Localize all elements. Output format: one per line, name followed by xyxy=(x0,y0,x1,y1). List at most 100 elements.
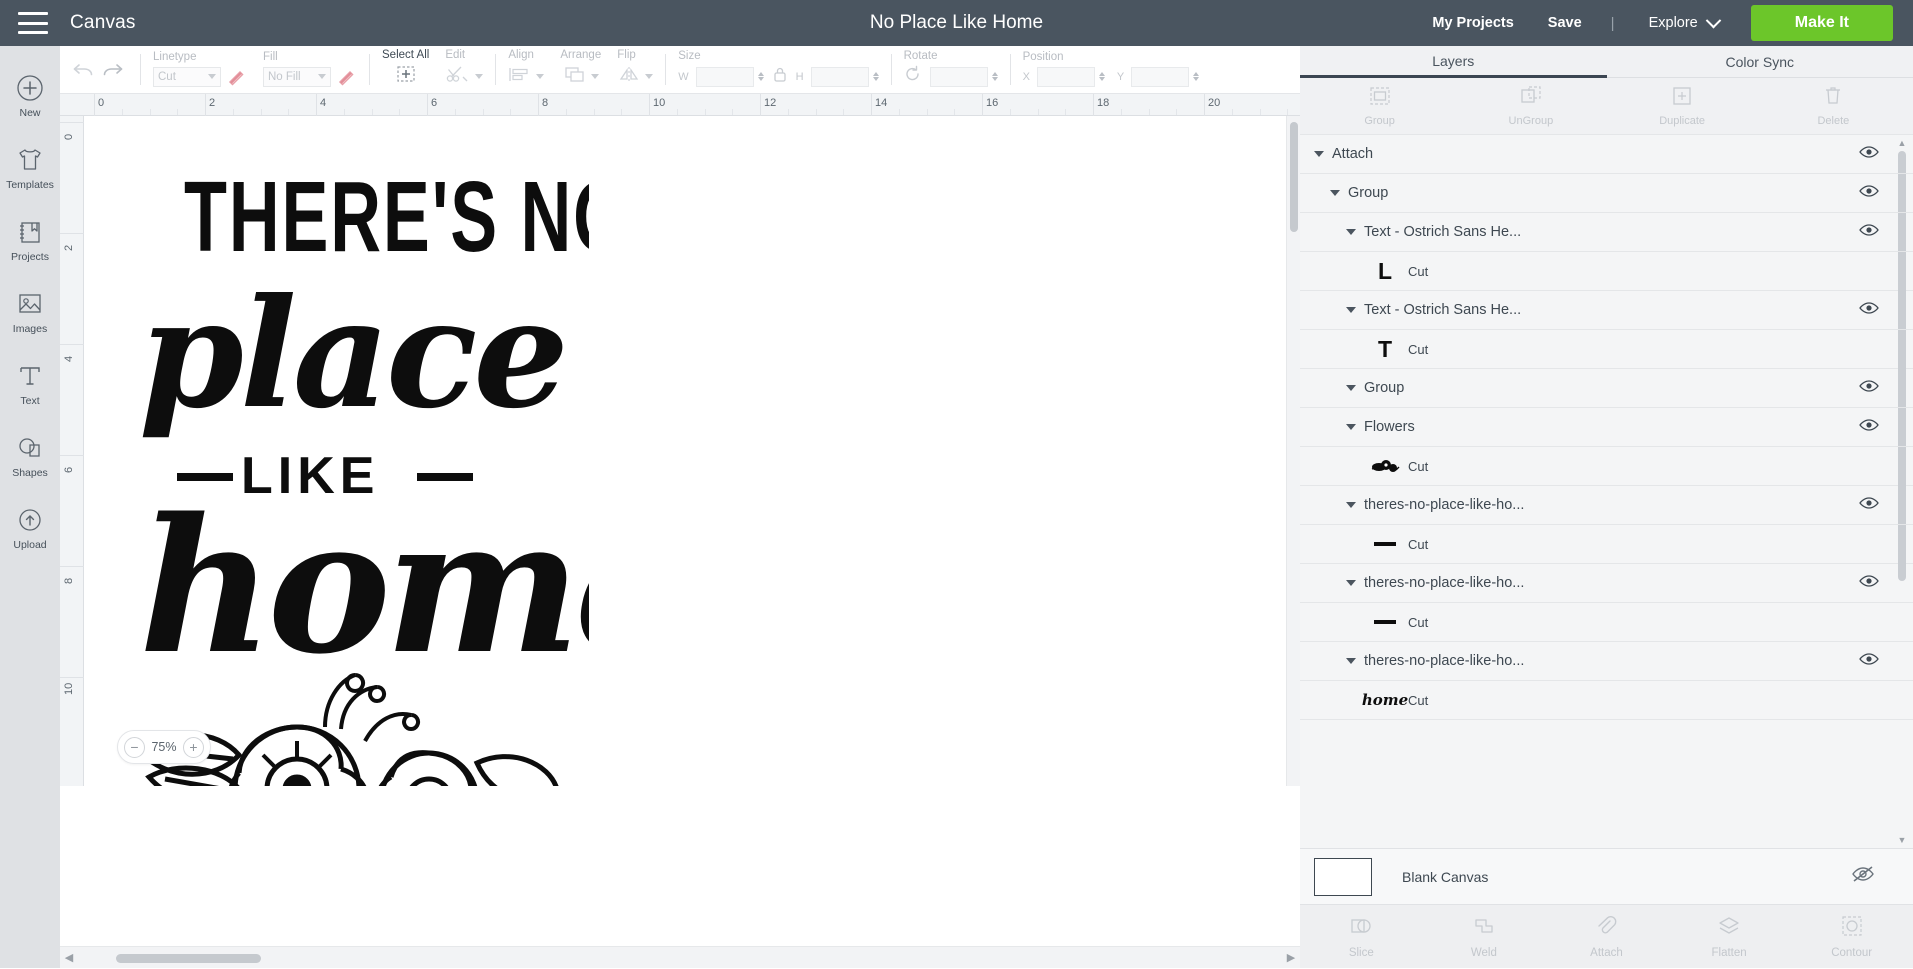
layer-row[interactable]: Group xyxy=(1300,174,1913,213)
size-w-stepper[interactable] xyxy=(758,72,764,81)
flip-control[interactable]: Flip xyxy=(609,46,661,93)
select-all-icon[interactable] xyxy=(395,64,417,89)
canvas-vertical-scrollbar[interactable] xyxy=(1286,116,1300,786)
layer-child-row[interactable]: Cut xyxy=(1300,525,1913,564)
machine-selector[interactable]: Explore xyxy=(1627,15,1729,31)
lock-icon[interactable] xyxy=(772,65,788,88)
horizontal-scroll-track[interactable] xyxy=(78,947,1282,969)
layer-row[interactable]: theres-no-place-like-ho... xyxy=(1300,642,1913,681)
fill-color-swatch[interactable] xyxy=(335,67,357,87)
triangle-collapse-icon[interactable] xyxy=(1346,424,1356,430)
scroll-left-arrow[interactable]: ◀ xyxy=(60,951,78,964)
eye-icon[interactable] xyxy=(1859,145,1879,164)
triangle-collapse-icon[interactable] xyxy=(1346,658,1356,664)
eye-icon[interactable] xyxy=(1859,184,1879,203)
triangle-collapse-icon[interactable] xyxy=(1346,502,1356,508)
weld-button[interactable]: Weld xyxy=(1423,914,1546,959)
triangle-collapse-icon[interactable] xyxy=(1346,580,1356,586)
position-y-input[interactable] xyxy=(1131,67,1189,87)
tab-color-sync[interactable]: Color Sync xyxy=(1607,46,1913,78)
triangle-collapse-icon[interactable] xyxy=(1330,190,1340,196)
triangle-collapse-icon[interactable] xyxy=(1346,307,1356,313)
arrange-icon[interactable] xyxy=(563,64,587,89)
layers-scroll-down[interactable]: ▼ xyxy=(1897,834,1907,846)
layer-child-row[interactable]: Cut xyxy=(1300,603,1913,642)
tab-layers[interactable]: Layers xyxy=(1300,46,1607,78)
undo-icon[interactable] xyxy=(70,58,98,82)
vertical-scroll-thumb[interactable] xyxy=(1290,122,1298,232)
contour-button[interactable]: Contour xyxy=(1790,914,1913,959)
artwork-group[interactable]: THERE'S NO place LIKE home xyxy=(129,141,589,786)
save-button[interactable]: Save xyxy=(1531,15,1599,31)
eye-icon[interactable] xyxy=(1859,379,1879,398)
duplicate-button[interactable]: Duplicate xyxy=(1607,85,1758,127)
triangle-collapse-icon[interactable] xyxy=(1314,151,1324,157)
horizontal-scroll-thumb[interactable] xyxy=(116,954,261,963)
sidebar-item-images[interactable]: Images xyxy=(0,276,60,348)
delete-button[interactable]: Delete xyxy=(1758,85,1909,127)
design-canvas[interactable]: THERE'S NO place LIKE home xyxy=(84,116,1300,786)
align-control[interactable]: Align xyxy=(500,46,552,93)
zoom-in-button[interactable]: + xyxy=(183,737,204,758)
layer-row[interactable]: theres-no-place-like-ho... xyxy=(1300,564,1913,603)
edit-control[interactable]: Edit xyxy=(437,46,491,93)
layers-list[interactable]: ▲ ▼ AttachGroupText - Ostrich Sans He...… xyxy=(1300,134,1913,848)
my-projects-button[interactable]: My Projects xyxy=(1415,15,1530,31)
eye-icon[interactable] xyxy=(1859,418,1879,437)
layer-row[interactable]: Group xyxy=(1300,369,1913,408)
layer-row[interactable]: Attach xyxy=(1300,135,1913,174)
hamburger-icon[interactable] xyxy=(18,12,48,34)
layer-child-row[interactable]: Cut xyxy=(1300,447,1913,486)
triangle-collapse-icon[interactable] xyxy=(1346,229,1356,235)
sidebar-item-text[interactable]: Text xyxy=(0,348,60,420)
eye-icon[interactable] xyxy=(1859,574,1879,593)
scroll-right-arrow[interactable]: ▶ xyxy=(1282,951,1300,964)
layer-child-row[interactable]: LCut xyxy=(1300,252,1913,291)
layer-child-row[interactable]: homeCut xyxy=(1300,681,1913,720)
sidebar-item-new[interactable]: New xyxy=(0,60,60,132)
attach-button[interactable]: Attach xyxy=(1545,914,1668,959)
edit-scissors-icon[interactable] xyxy=(445,64,471,89)
flip-icon[interactable] xyxy=(617,64,641,89)
redo-icon[interactable] xyxy=(98,58,126,82)
position-y-stepper[interactable] xyxy=(1193,72,1199,81)
flatten-button[interactable]: Flatten xyxy=(1668,914,1791,959)
layer-row[interactable]: Flowers xyxy=(1300,408,1913,447)
sidebar-item-templates[interactable]: Templates xyxy=(0,132,60,204)
rotate-stepper[interactable] xyxy=(992,72,998,81)
position-x-stepper[interactable] xyxy=(1099,72,1105,81)
ungroup-button[interactable]: UnGroup xyxy=(1455,85,1606,127)
sidebar-item-projects[interactable]: Projects xyxy=(0,204,60,276)
size-h-stepper[interactable] xyxy=(873,72,879,81)
layer-row[interactable]: theres-no-place-like-ho... xyxy=(1300,486,1913,525)
arrange-control[interactable]: Arrange xyxy=(552,46,609,93)
layer-row[interactable]: Text - Ostrich Sans He... xyxy=(1300,291,1913,330)
sidebar-item-upload[interactable]: Upload xyxy=(0,492,60,564)
linetype-color-swatch[interactable] xyxy=(225,67,247,87)
triangle-collapse-icon[interactable] xyxy=(1346,385,1356,391)
layer-child-row[interactable]: TCut xyxy=(1300,330,1913,369)
align-icon[interactable] xyxy=(508,64,532,89)
blank-canvas-row[interactable]: Blank Canvas xyxy=(1300,848,1913,904)
rotate-input[interactable] xyxy=(930,67,988,87)
group-button[interactable]: Group xyxy=(1304,85,1455,127)
size-w-input[interactable] xyxy=(696,67,754,87)
sidebar-item-shapes[interactable]: Shapes xyxy=(0,420,60,492)
canvas-horizontal-scrollbar[interactable]: ◀ ▶ xyxy=(60,946,1300,968)
select-all-control[interactable]: Select All xyxy=(374,46,437,93)
slice-button[interactable]: Slice xyxy=(1300,914,1423,959)
zoom-out-button[interactable]: − xyxy=(124,737,145,758)
linetype-select[interactable]: Cut xyxy=(153,67,221,87)
make-it-button[interactable]: Make It xyxy=(1751,5,1893,41)
eye-off-icon[interactable] xyxy=(1851,865,1875,888)
eye-icon[interactable] xyxy=(1859,223,1879,242)
eye-icon[interactable] xyxy=(1859,301,1879,320)
layer-row[interactable]: Text - Ostrich Sans He... xyxy=(1300,213,1913,252)
vertical-ruler[interactable]: 0246810 xyxy=(60,116,84,786)
horizontal-ruler[interactable]: 02468101214161820 xyxy=(60,94,1300,116)
eye-icon[interactable] xyxy=(1859,496,1879,515)
size-h-input[interactable] xyxy=(811,67,869,87)
rotate-icon[interactable] xyxy=(904,65,922,88)
position-x-input[interactable] xyxy=(1037,67,1095,87)
eye-icon[interactable] xyxy=(1859,652,1879,671)
